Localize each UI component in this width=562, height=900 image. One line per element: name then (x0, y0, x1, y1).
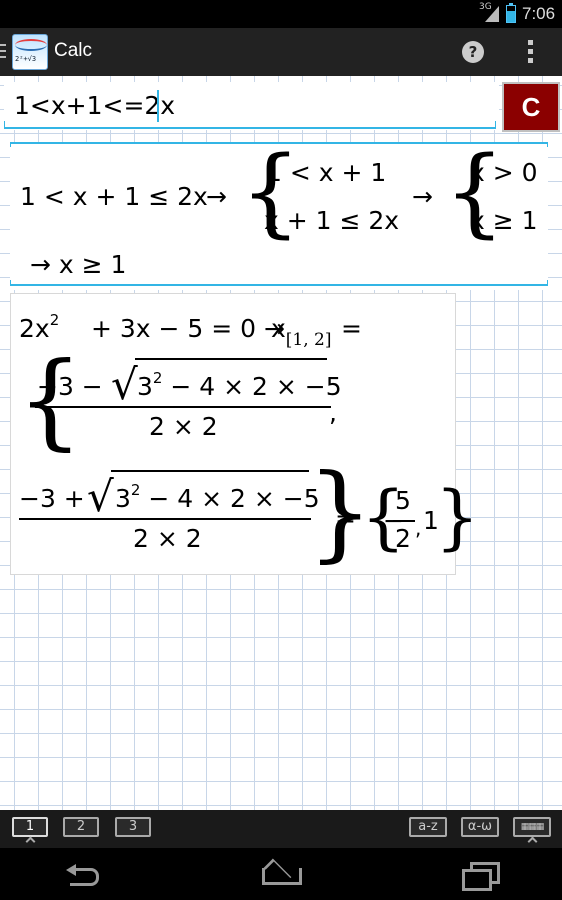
radical-bar (111, 470, 309, 472)
result-equals: = (335, 504, 356, 533)
expression-input-container (4, 82, 499, 130)
system1-row1: 1 < x + 1 (266, 158, 387, 187)
root2-radicand: 32 − 4 × 2 × −5 (115, 481, 320, 513)
keyboard-latin-button[interactable]: a-z (409, 817, 447, 837)
signal-icon (485, 6, 499, 22)
fraction-bar (393, 520, 415, 522)
answer-separator: , (415, 516, 422, 540)
answer-numerator: 5 (395, 486, 411, 515)
recent-apps-icon[interactable] (462, 862, 500, 891)
app-logo-formula: 2²+√3 (15, 55, 37, 63)
system2-row1: x > 0 (470, 158, 538, 187)
app-logo-icon[interactable]: 2²+√3 (12, 34, 48, 70)
system1-row2: x + 1 ≤ 2x (264, 206, 400, 235)
home-icon[interactable] (262, 862, 302, 885)
keyboard-system-icon[interactable]: ▦▦▦ (513, 817, 551, 837)
result-quadratic[interactable]: 2x2 + 3x − 5 = 0 → x[1, 2] = { −3 − √ 32… (10, 293, 480, 575)
answer-denominator: 2 (395, 524, 411, 553)
keyboard-2-button[interactable]: 2 (63, 817, 99, 837)
quadratic-rest: + 3x − 5 = 0 → (91, 314, 285, 343)
keyboard-switch-bar: 1 2 3 a-z α-ω ▦▦▦ (0, 810, 562, 848)
root1-radicand: 32 − 4 × 2 × −5 (137, 369, 342, 401)
answer-right-brace: } (435, 476, 480, 558)
keyboard-1-button[interactable]: 1 (12, 817, 48, 837)
radical-bar (135, 358, 327, 360)
text-cursor (157, 90, 159, 122)
fraction-bar (19, 518, 311, 520)
expression-input[interactable] (4, 82, 499, 128)
roots-variable: x[1, 2] (271, 314, 332, 350)
root2-denominator: 2 × 2 (133, 524, 202, 553)
overflow-menu-icon[interactable] (528, 40, 534, 64)
drawer-icon[interactable] (0, 44, 6, 60)
navigation-bar (0, 848, 562, 900)
system2-row2: x ≥ 1 (470, 206, 538, 235)
chevron-up-icon (25, 838, 35, 844)
inequality-lhs: 1 < x + 1 ≤ 2x (20, 182, 208, 211)
inequality-final: → x ≥ 1 (30, 250, 127, 279)
clock: 7:06 (522, 4, 556, 23)
status-bar: 3G 7:06 (0, 0, 562, 28)
root1-denominator: 2 × 2 (149, 412, 218, 441)
help-icon[interactable]: ? (462, 41, 484, 63)
arrow: → (206, 182, 227, 211)
root-separator: , (329, 398, 337, 427)
clear-button[interactable]: C (502, 82, 560, 132)
selection-bar-bottom (10, 280, 548, 286)
chevron-up-icon (527, 838, 537, 844)
fraction-bar (35, 406, 331, 408)
result-inequality[interactable]: 1 < x + 1 ≤ 2x → { 1 < x + 1 x + 1 ≤ 2x … (10, 142, 548, 290)
battery-icon (506, 3, 516, 23)
keyboard-3-button[interactable]: 3 (115, 817, 151, 837)
equals-sign: = (341, 314, 362, 343)
sqrt-icon: √ (111, 360, 138, 409)
keyboard-greek-button[interactable]: α-ω (461, 817, 499, 837)
arrow: → (412, 182, 433, 211)
app-title: Calc (54, 40, 93, 61)
root1-numerator-prefix: −3 − (37, 372, 103, 401)
sqrt-icon: √ (87, 472, 114, 521)
input-underline (4, 121, 496, 129)
action-bar: 2²+√3 Calc ? (0, 28, 562, 76)
back-icon[interactable] (66, 864, 102, 886)
root2-numerator-prefix: −3 + (19, 484, 85, 513)
